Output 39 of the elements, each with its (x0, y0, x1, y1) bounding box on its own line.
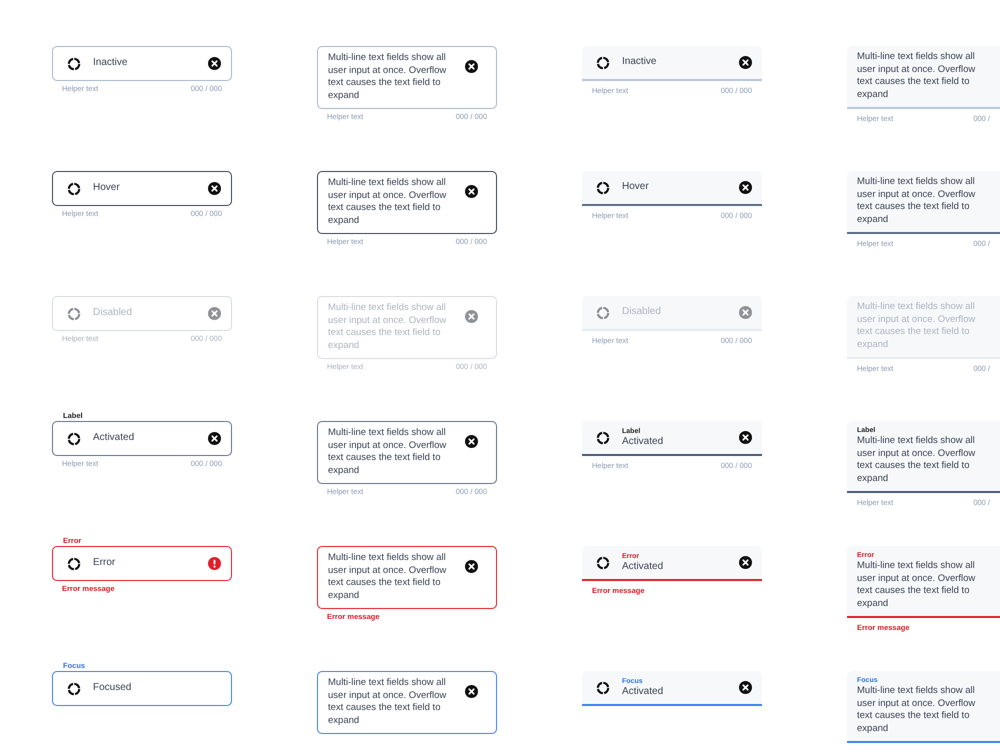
ring-icon (67, 182, 81, 196)
ring-icon (67, 432, 81, 446)
clear-icon[interactable] (739, 181, 752, 194)
text-field[interactable]: Error (52, 546, 232, 581)
ring-icon (596, 680, 610, 694)
text-field[interactable]: Multi-line text fields show all user input at once. Overflow text causes the text field to expand (847, 171, 1000, 234)
clear-icon[interactable] (208, 182, 221, 195)
text-field[interactable]: Inactive (52, 46, 232, 81)
clear-icon[interactable] (465, 185, 478, 198)
text-field[interactable]: Multi-line text fields show all user input at once. Overflow text causes the text field to expand (317, 421, 497, 484)
ring-icon (67, 682, 81, 696)
text-field[interactable]: Multi-line text fields show all user input at once. Overflow text causes the text field to expand (317, 546, 497, 610)
clear-icon[interactable] (465, 435, 478, 448)
ring-icon (596, 556, 610, 570)
text-field[interactable]: Multi-line text fields show all user input at once. Overflow text causes the text field to expand (317, 46, 497, 110)
clear-icon[interactable] (208, 432, 221, 445)
text-field[interactable]: Hover (582, 171, 762, 206)
clear-icon[interactable] (739, 681, 752, 694)
clear-icon[interactable] (465, 685, 478, 698)
text-field[interactable]: Multi-line text fields show all user input at once. Overflow text causes the text field to expand (847, 46, 1000, 110)
clear-icon[interactable] (739, 556, 752, 569)
text-field[interactable]: Multi-line text fields show all user input at once. Overflow text causes the text field to expand (317, 671, 497, 734)
text-field[interactable]: Activated (52, 421, 232, 456)
clear-icon[interactable] (208, 57, 221, 70)
ring-icon (596, 56, 610, 70)
text-field[interactable]: Hover (52, 171, 232, 206)
ring-icon (67, 56, 81, 70)
text-field[interactable]: Multi-line text fields show all user input at once. Overflow text causes the text field to expand (317, 171, 497, 234)
text-field[interactable]: Focused (52, 671, 232, 706)
ring-icon (596, 180, 610, 194)
ring-icon (67, 306, 81, 320)
clear-icon[interactable] (739, 431, 752, 444)
ring-icon (596, 430, 610, 444)
ring-icon (596, 306, 610, 320)
ring-icon (67, 556, 81, 570)
clear-icon[interactable] (465, 560, 478, 573)
clear-icon[interactable] (739, 56, 752, 69)
text-field[interactable]: Inactive (582, 46, 762, 81)
clear-icon[interactable] (465, 60, 478, 73)
